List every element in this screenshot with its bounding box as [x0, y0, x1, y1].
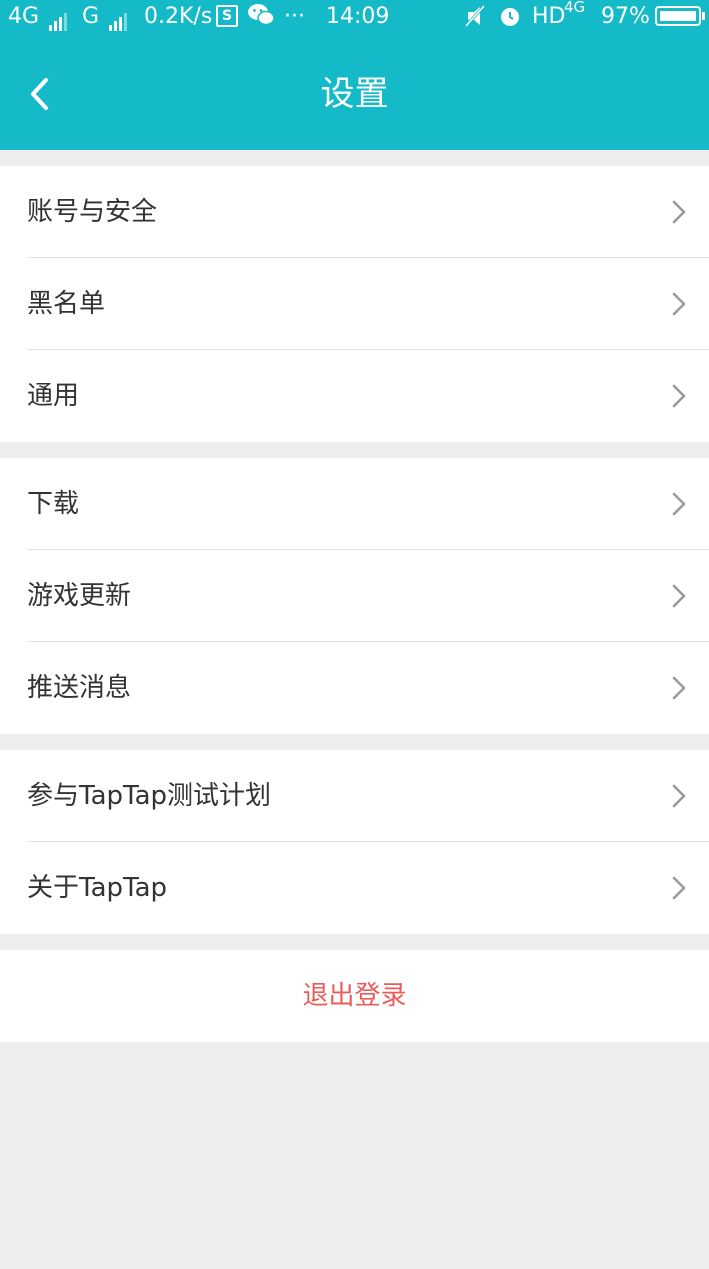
page-title: 设置: [320, 74, 389, 114]
signal-bars-icon: [109, 3, 129, 31]
chevron-right-icon: [672, 200, 686, 224]
settings-item-general[interactable]: 通用: [0, 350, 709, 442]
logout-section: 退出登录: [0, 950, 709, 1042]
settings-item-push-messages[interactable]: 推送消息: [0, 642, 709, 734]
nav-bar: 设置: [0, 34, 709, 150]
network-2-label: G: [82, 4, 100, 29]
settings-item-game-update[interactable]: 游戏更新: [0, 550, 709, 642]
chevron-right-icon: [672, 384, 686, 408]
status-bar: 4G G 0.2K/s S ··· 14:09 HD 4G 97%: [0, 0, 709, 34]
settings-item-test-program[interactable]: 参与TapTap测试计划: [0, 750, 709, 842]
hd-label: HD: [532, 4, 566, 29]
chevron-right-icon: [672, 292, 686, 316]
settings-item-about[interactable]: 关于TapTap: [0, 842, 709, 934]
mute-icon: [464, 4, 486, 36]
battery-icon: [655, 6, 705, 26]
chevron-right-icon: [672, 492, 686, 516]
settings-item-label: 参与TapTap测试计划: [27, 781, 272, 811]
clock-time: 14:09: [326, 4, 390, 29]
chevron-right-icon: [672, 876, 686, 900]
settings-item-label: 推送消息: [27, 673, 132, 703]
settings-item-label: 黑名单: [27, 289, 106, 319]
settings-group-3: 参与TapTap测试计划 关于TapTap: [0, 750, 709, 934]
more-dots-icon: ···: [284, 4, 305, 29]
chevron-right-icon: [672, 784, 686, 808]
chevron-right-icon: [672, 584, 686, 608]
network-1-label: 4G: [8, 4, 40, 29]
settings-item-download[interactable]: 下载: [0, 458, 709, 550]
net-speed: 0.2K/s: [144, 4, 213, 29]
logout-button[interactable]: 退出登录: [0, 950, 709, 1042]
settings-item-label: 账号与安全: [27, 197, 158, 227]
settings-item-label: 下载: [27, 489, 80, 519]
network-2: G: [82, 3, 129, 31]
net-small-label: 4G: [564, 0, 586, 16]
settings-item-account-security[interactable]: 账号与安全: [0, 166, 709, 258]
settings-group-1: 账号与安全 黑名单 通用: [0, 166, 709, 442]
settings-item-blacklist[interactable]: 黑名单: [0, 258, 709, 350]
alarm-icon: [498, 4, 522, 36]
battery-percent: 97%: [601, 4, 650, 29]
settings-group-2: 下载 游戏更新 推送消息: [0, 458, 709, 734]
network-1: 4G: [8, 3, 69, 31]
settings-item-label: 关于TapTap: [27, 873, 168, 903]
s-app-icon: S: [216, 5, 238, 27]
wechat-icon: [247, 2, 275, 36]
signal-bars-icon: [49, 3, 69, 31]
settings-item-label: 游戏更新: [27, 581, 132, 611]
settings-item-label: 通用: [27, 381, 80, 411]
chevron-right-icon: [672, 676, 686, 700]
